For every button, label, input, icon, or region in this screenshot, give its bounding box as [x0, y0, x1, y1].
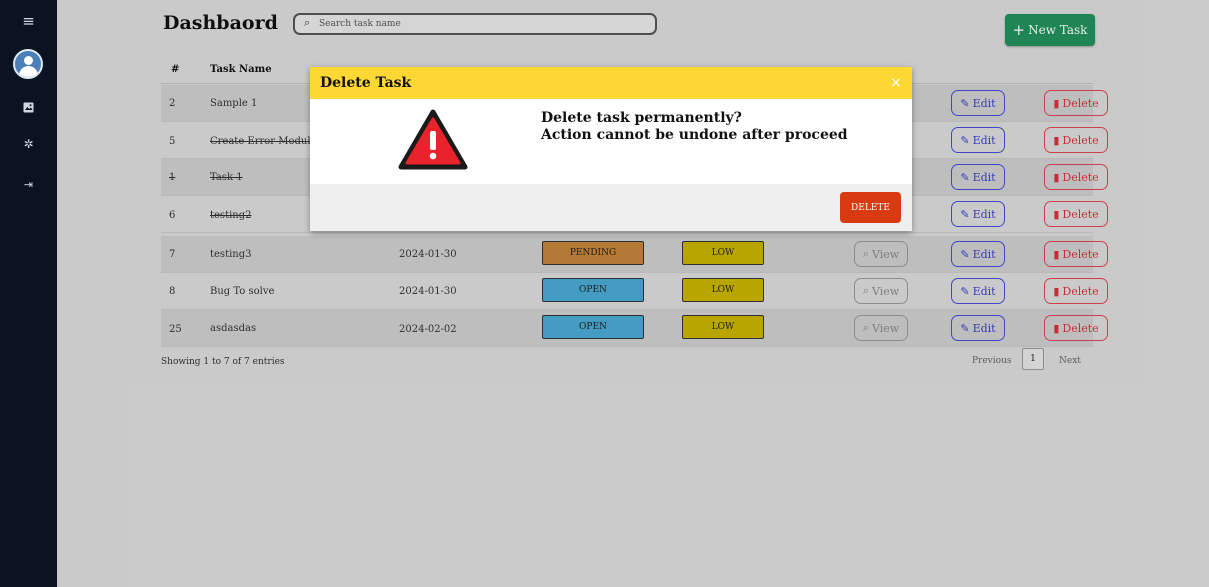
image-icon[interactable]	[0, 98, 57, 117]
gear-icon[interactable]: ✲	[0, 137, 57, 151]
modal-message-line-1: Delete task permanently?	[541, 110, 742, 126]
sign-out-icon[interactable]: ⇥	[0, 178, 57, 191]
modal-header: Delete Task ×	[310, 67, 912, 99]
modal-title: Delete Task	[320, 75, 412, 91]
modal-footer: DELETE	[310, 184, 912, 231]
sidebar: ≡ ✲ ⇥	[0, 0, 57, 587]
modal-message-line-2: Action cannot be undone after proceed	[541, 127, 848, 143]
hamburger-icon[interactable]: ≡	[0, 12, 57, 30]
user-avatar-icon[interactable]	[13, 49, 43, 79]
delete-task-modal: Delete Task × Delete task permanently? A…	[310, 67, 912, 231]
close-icon[interactable]: ×	[890, 75, 902, 91]
warning-triangle-icon	[398, 109, 468, 175]
modal-message: Delete task permanently? Action cannot b…	[541, 110, 848, 144]
confirm-delete-button[interactable]: DELETE	[840, 192, 901, 223]
